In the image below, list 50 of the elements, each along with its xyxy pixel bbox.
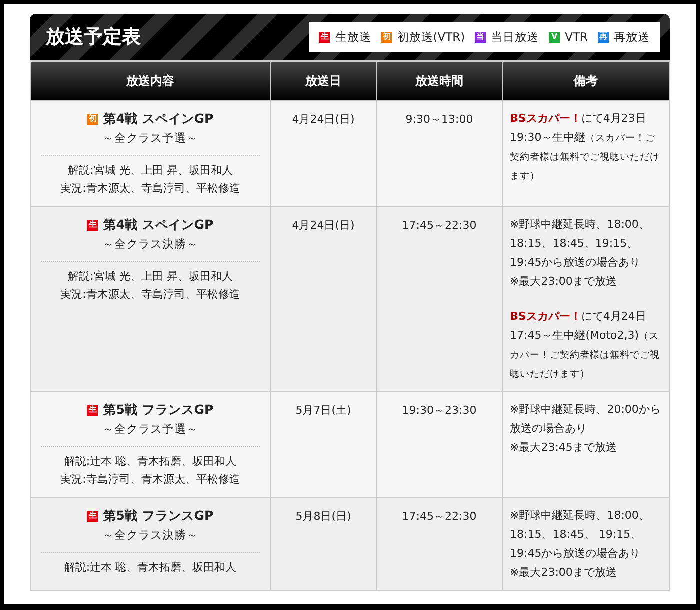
legend-label: 初放送(VTR) xyxy=(397,30,466,44)
page-title: 放送予定表 xyxy=(46,25,141,50)
note-text: BSスカパー！にて4月24日 17:45～生中継(Moto2,3)（スカパー！ご契約者様は無料でご視聴いただけます） xyxy=(510,309,661,382)
program-title: 第4戦 スペインGP xyxy=(103,111,214,127)
program-subtitle: ～全クラス決勝～ xyxy=(102,236,200,252)
program-title: 第5戦 フランスGP xyxy=(103,402,214,418)
credits-text: 解説:辻本 聡、青木拓磨、坂田和人 xyxy=(63,454,238,470)
broadcast-type-badge: 再 xyxy=(598,32,609,42)
column-header: 放送時間 xyxy=(376,61,502,100)
broadcast-type-badge: 当 xyxy=(475,32,486,42)
note-text: ※最大23:00まで放送 xyxy=(510,274,618,290)
time-cell: 9:30～13:00 xyxy=(376,100,502,206)
legend-label: 生放送 xyxy=(335,30,372,44)
credits-text: 実況:青木源太、寺島淳司、平松修造 xyxy=(60,181,242,197)
note-text: ※最大23:00まで放送 xyxy=(510,565,618,581)
program-subtitle: ～全クラス決勝～ xyxy=(102,527,200,543)
broadcast-type-badge: 生 xyxy=(319,32,330,42)
credits-text: 解説:辻本 聡、青木拓磨、坂田和人 xyxy=(63,560,238,576)
program-subtitle: ～全クラス予選～ xyxy=(102,130,200,146)
date-cell: 5月7日(土) xyxy=(270,392,376,498)
program-title: 第5戦 フランスGP xyxy=(103,508,214,524)
column-header: 放送内容 xyxy=(30,61,270,100)
time-cell: 19:30～23:30 xyxy=(376,392,502,498)
note-text: ※野球中継延長時、18:00、18:15、18:45、 19:15、19:45から放送の場合あり xyxy=(510,508,651,562)
time-cell: 17:45～22:30 xyxy=(376,498,502,590)
date-cell: 4月24日(日) xyxy=(270,206,376,392)
note-text: ※野球中継延長時、20:00から放送の場合あり xyxy=(510,402,662,437)
broadcast-type-badge: 生 xyxy=(87,404,98,416)
legend-label: VTR xyxy=(565,30,588,44)
credits-text: 実況:青木源太、寺島淳司、平松修造 xyxy=(60,287,242,303)
column-header: 放送日 xyxy=(270,61,376,100)
program-title: 第4戦 スペインGP xyxy=(103,217,214,233)
note-text: BSスカパー！にて4月23日 19:30～生中継（スカパー！ご契約者様は無料でご視聴いただけます） xyxy=(510,111,661,184)
broadcast-type-badge: V xyxy=(549,32,560,42)
time-cell: 17:45～22:30 xyxy=(376,206,502,392)
column-header: 備考 xyxy=(502,61,670,100)
credits-text: 解説:宮城 光、上田 昇、坂田和人 xyxy=(67,163,234,179)
broadcast-type-badge: 生 xyxy=(87,220,98,230)
credits-text: 解説:宮城 光、上田 昇、坂田和人 xyxy=(67,269,234,285)
program-subtitle: ～全クラス予選～ xyxy=(102,421,200,437)
date-cell: 5月8日(日) xyxy=(270,498,376,590)
legend-label: 当日放送 xyxy=(491,30,540,44)
note-text: ※野球中継延長時、18:00、18:15、18:45、19:15、19:45から放送の場合あり xyxy=(510,217,651,271)
broadcast-type-badge: 初 xyxy=(381,32,392,42)
credits-text: 実況:寺島淳司、青木源太、平松修造 xyxy=(60,472,242,488)
broadcast-type-badge: 初 xyxy=(87,114,98,124)
date-cell: 4月24日(日) xyxy=(270,100,376,206)
note-text: ※最大23:45まで放送 xyxy=(510,440,618,456)
broadcast-type-badge: 生 xyxy=(87,510,98,522)
legend-label: 再放送 xyxy=(614,30,650,44)
